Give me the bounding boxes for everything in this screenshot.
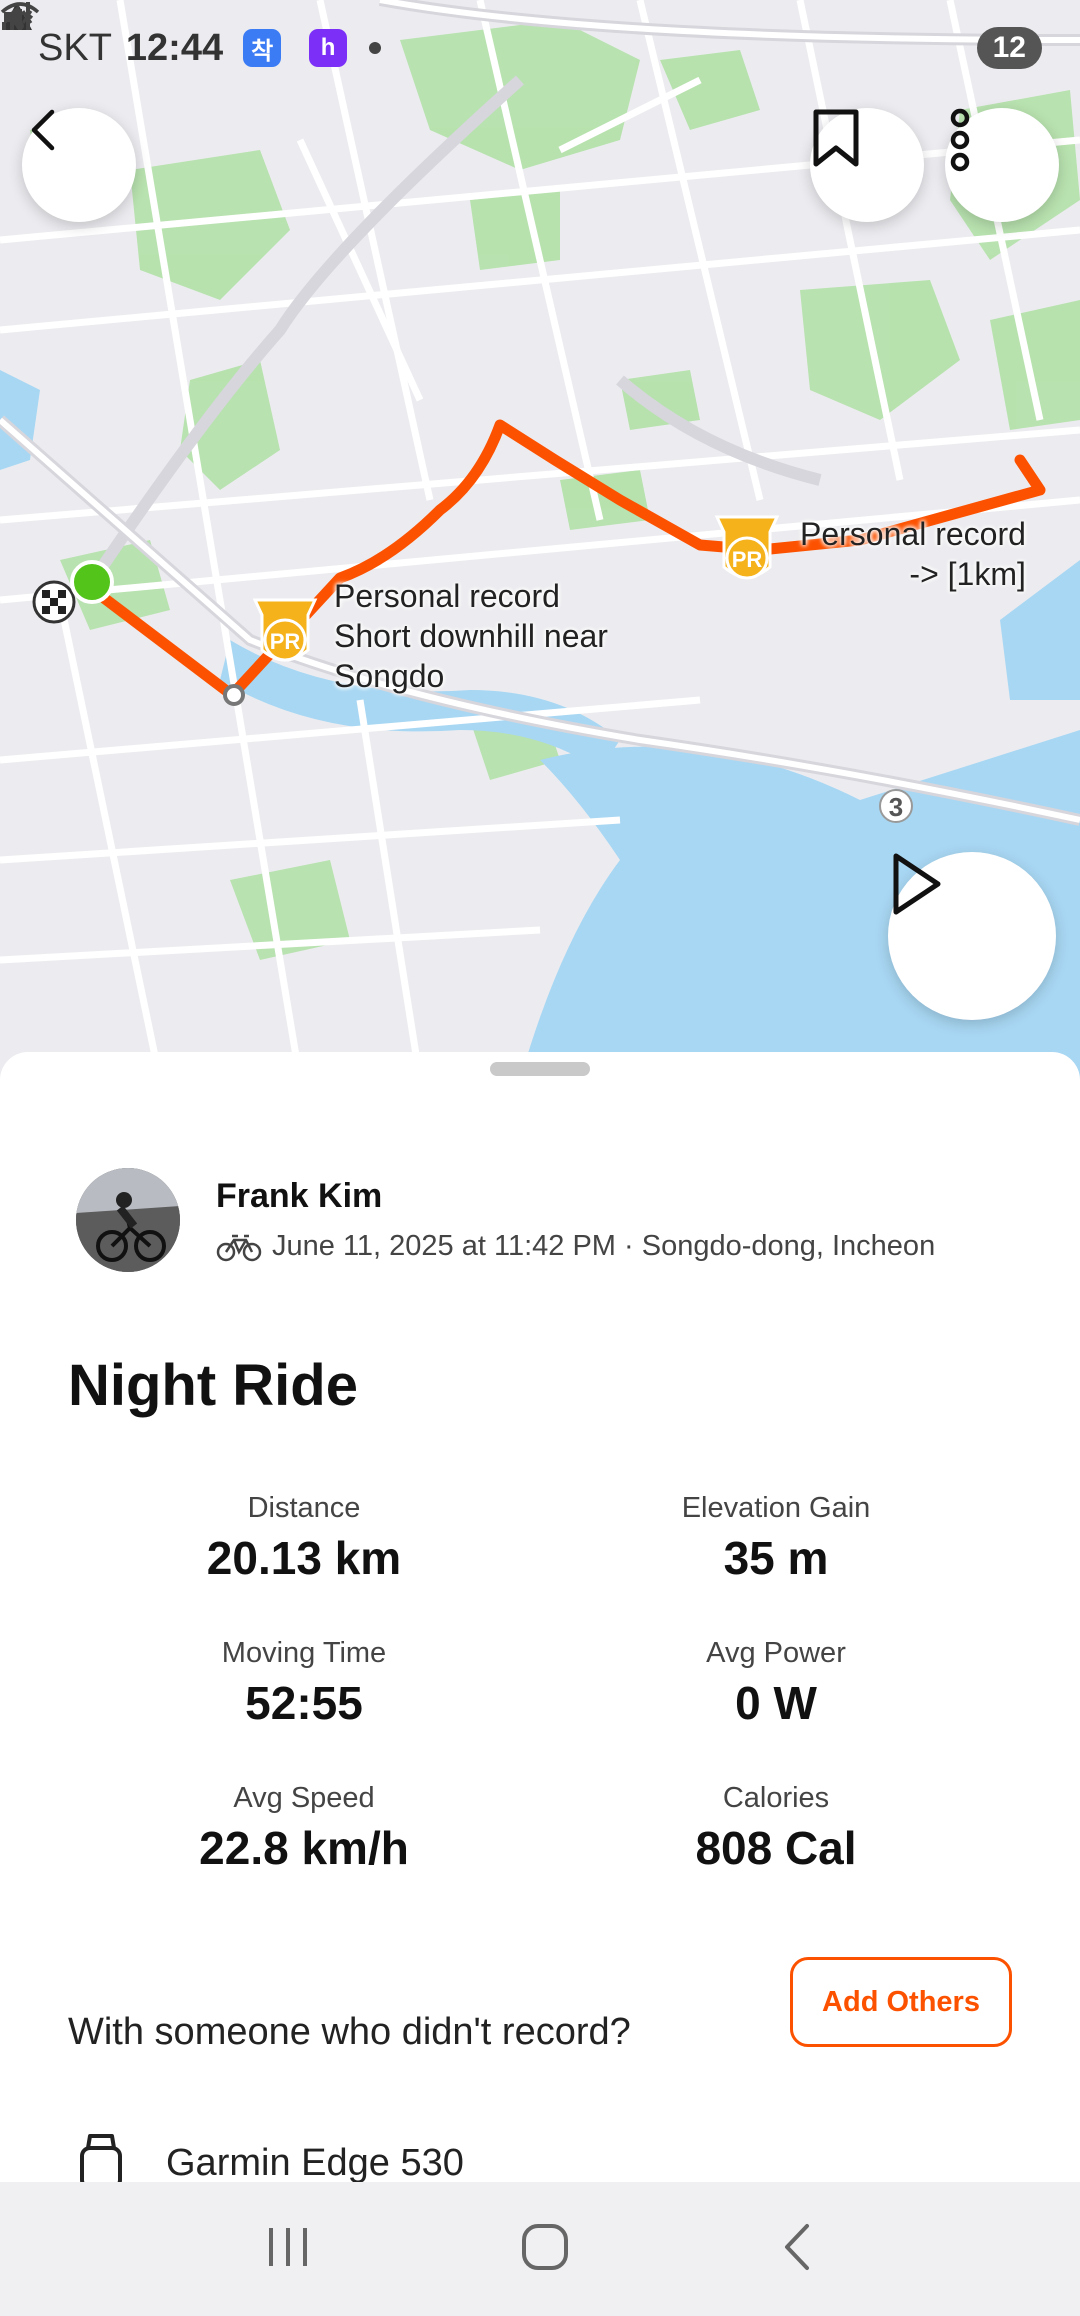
clock: 12:44 [125, 26, 224, 69]
avatar[interactable] [76, 1168, 180, 1272]
pr-badge-icon[interactable]: PR [714, 515, 780, 580]
app-notification-icon: 착 [243, 29, 282, 67]
battery-indicator: 12 [976, 27, 1042, 69]
system-back-button[interactable] [777, 2222, 817, 2277]
add-others-button[interactable]: Add Others [790, 1957, 1012, 2047]
pr-label-short-downhill[interactable]: Personal record Short downhill near Song… [334, 576, 608, 696]
chevron-left-icon [31, 109, 55, 151]
system-navigation-bar [0, 2182, 1080, 2316]
stat-avg-power: Avg Power 0 W [706, 1637, 846, 1729]
activity-detail-sheet[interactable]: Frank Kim June 11, 2025 at 11:42 PM · So… [0, 1052, 1080, 2190]
play-icon [893, 853, 941, 915]
activity-title: Night Ride [68, 1353, 358, 1418]
stat-calories: Calories 808 Cal [695, 1782, 857, 1874]
activity-date-location: June 11, 2025 at 11:42 PM · Songdo-dong,… [272, 1230, 936, 1262]
athlete-header[interactable]: Frank Kim June 11, 2025 at 11:42 PM · So… [76, 1168, 935, 1272]
athlete-name[interactable]: Frank Kim [216, 1177, 935, 1216]
device-name: Garmin Edge 530 [166, 2142, 464, 2184]
sheet-drag-handle[interactable] [490, 1062, 590, 1076]
svg-text:PR: PR [732, 547, 763, 572]
pr-badge-icon[interactable]: PR [252, 598, 318, 662]
stat-moving-time: Moving Time 52:55 [221, 1637, 387, 1729]
pr-label-1km[interactable]: Personal record -> [1km] [800, 514, 1026, 594]
stat-elevation-gain: Elevation Gain 35 m [681, 1492, 871, 1584]
start-marker-icon [70, 560, 114, 604]
activity-map[interactable]: 3 PR PR Personal record Short downhill n… [0, 0, 1080, 1080]
add-others-prompt: With someone who didn't record? [68, 2011, 631, 2053]
more-options-button[interactable] [945, 108, 1059, 222]
route-number-label: 3 [889, 792, 903, 822]
more-vertical-icon [950, 108, 970, 172]
home-button[interactable] [520, 2222, 570, 2277]
back-button[interactable] [22, 108, 136, 222]
stat-distance: Distance 20.13 km [206, 1492, 402, 1584]
app-notification-icon: h [309, 29, 348, 67]
bookmark-icon [813, 109, 859, 167]
more-notifications-icon [369, 42, 382, 54]
stat-avg-speed: Avg Speed 22.8 km/h [199, 1782, 409, 1874]
bike-icon [216, 1234, 262, 1261]
bookmark-button[interactable] [810, 108, 924, 222]
home-icon [521, 2223, 568, 2270]
finish-flag-icon [32, 580, 76, 624]
status-bar: SKT 12:44 착 h 12 [0, 0, 1080, 96]
carrier-label: SKT [38, 26, 112, 69]
play-flyover-button[interactable] [888, 852, 1056, 1020]
svg-text:PR: PR [270, 629, 301, 654]
recent-apps-icon [269, 2227, 308, 2266]
back-chevron-icon [784, 2223, 809, 2270]
recent-apps-button[interactable] [263, 2224, 313, 2275]
